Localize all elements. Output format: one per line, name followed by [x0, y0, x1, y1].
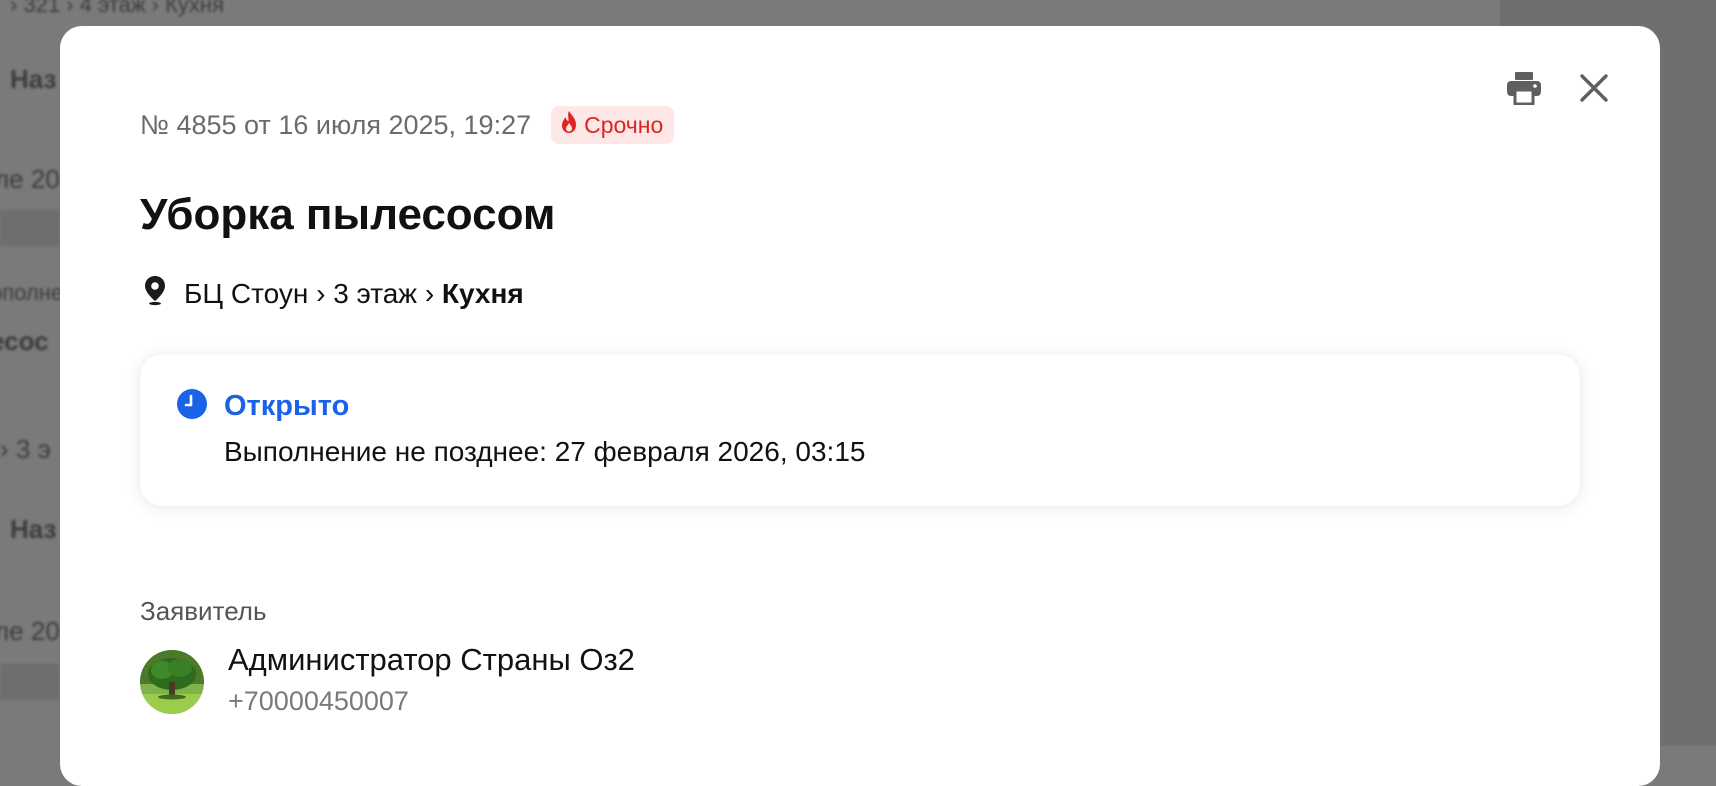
background-text: Наз	[10, 514, 57, 544]
close-icon	[1579, 73, 1609, 108]
request-meta: № 4855 от 16 июля 2025, 19:27 Срочно	[140, 106, 675, 144]
location-room: Кухня	[441, 277, 524, 309]
background-text: ле 20	[0, 616, 60, 646]
status-label: Открыто	[224, 390, 350, 422]
close-button[interactable]	[1574, 70, 1614, 110]
applicant-name[interactable]: Администратор Страны Оз2	[228, 642, 635, 678]
background-text: есос	[0, 326, 49, 356]
fire-icon	[560, 110, 578, 140]
location-path: БЦ Стоун › 3 этаж ›	[184, 277, 442, 309]
print-button[interactable]	[1504, 70, 1544, 110]
background-text: рполне	[0, 280, 64, 305]
request-title: Уборка пылесосом	[140, 190, 556, 239]
location-breadcrumb: БЦ Стоун › 3 этаж › Кухня	[140, 274, 524, 313]
request-modal: № 4855 от 16 июля 2025, 19:27 Срочно Убо…	[60, 26, 1660, 786]
background-text: ле 20	[0, 164, 60, 194]
avatar	[140, 650, 204, 714]
applicant-phone[interactable]: +70000450007	[228, 686, 635, 717]
applicant-info: Администратор Страны Оз2 +70000450007	[228, 640, 635, 717]
urgent-badge: Срочно	[551, 106, 675, 144]
applicant-section-label: Заявитель	[140, 596, 267, 626]
urgent-label: Срочно	[584, 111, 664, 138]
print-icon	[1505, 71, 1543, 110]
modal-actions	[1504, 70, 1614, 110]
clock-icon	[176, 388, 208, 425]
applicant: Администратор Страны Оз2 +70000450007	[140, 640, 635, 717]
status-card: Открыто Выполнение не позднее: 27 феврал…	[140, 354, 1580, 506]
request-number-date: № 4855 от 16 июля 2025, 19:27	[140, 109, 532, 140]
background-text: › 3 э	[0, 434, 51, 464]
status-header: Открыто	[176, 388, 349, 425]
background-text: Наз	[10, 64, 57, 94]
background-bar	[0, 210, 60, 246]
deadline-text: Выполнение не позднее: 27 февраля 2026, …	[224, 436, 866, 467]
background-bar	[0, 664, 60, 700]
location-pin-icon	[140, 274, 170, 313]
background-breadcrumb: › 321 › 4 этаж › Кухня	[10, 0, 224, 17]
location-text: БЦ Стоун › 3 этаж › Кухня	[184, 278, 524, 310]
